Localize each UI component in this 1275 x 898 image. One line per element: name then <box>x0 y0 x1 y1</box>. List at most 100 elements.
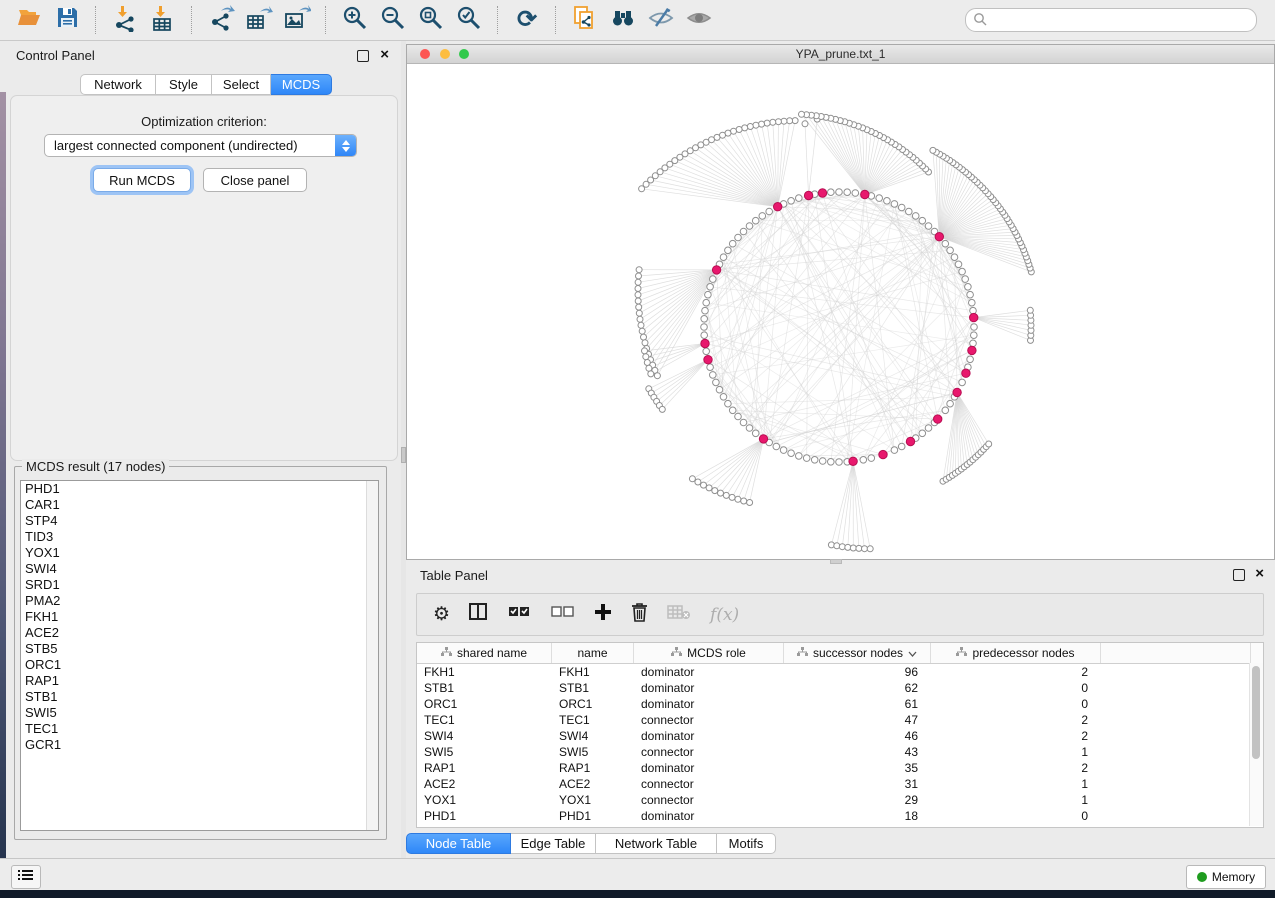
network-node[interactable] <box>746 425 753 432</box>
zoom-fit-button[interactable] <box>416 5 446 35</box>
cell[interactable]: connector <box>634 712 784 728</box>
run-mcds-button[interactable]: Run MCDS <box>93 168 191 192</box>
leaf-node[interactable] <box>867 546 873 552</box>
leaf-node[interactable] <box>787 118 793 124</box>
mcds-dominator-node[interactable] <box>935 233 943 241</box>
cell[interactable]: 1 <box>931 744 1101 760</box>
network-node[interactable] <box>746 223 753 230</box>
cell[interactable]: 1 <box>931 776 1101 792</box>
network-node[interactable] <box>710 276 717 283</box>
table-row[interactable]: TEC1TEC1connector472 <box>417 712 1263 728</box>
leaf-node[interactable] <box>747 124 753 130</box>
tab-mcds[interactable]: MCDS <box>271 74 332 95</box>
mcds-result-item[interactable]: SWI5 <box>21 705 378 721</box>
network-node[interactable] <box>925 223 932 230</box>
cell[interactable]: dominator <box>634 664 784 680</box>
leaf-node[interactable] <box>930 147 936 153</box>
import-network-button[interactable] <box>110 5 140 35</box>
mcds-result-item[interactable]: ORC1 <box>21 657 378 673</box>
network-node[interactable] <box>919 430 926 437</box>
network-node[interactable] <box>959 268 966 275</box>
mcds-dominator-node[interactable] <box>759 435 767 443</box>
network-node[interactable] <box>971 332 978 339</box>
leaf-node[interactable] <box>643 354 649 360</box>
network-node[interactable] <box>720 394 727 401</box>
leaf-node[interactable] <box>723 492 729 498</box>
network-node[interactable] <box>703 348 710 355</box>
table-row[interactable]: SWI5SWI5connector431 <box>417 744 1263 760</box>
mcds-dominator-node[interactable] <box>804 191 812 199</box>
network-node[interactable] <box>796 453 803 460</box>
network-node[interactable] <box>965 284 972 291</box>
cell[interactable]: 0 <box>931 680 1101 696</box>
mcds-dominator-node[interactable] <box>879 450 887 458</box>
leaf-node[interactable] <box>759 121 765 127</box>
cell[interactable]: 2 <box>931 664 1101 680</box>
network-node[interactable] <box>752 430 759 437</box>
network-node[interactable] <box>780 447 787 454</box>
network-node[interactable] <box>891 447 898 454</box>
network-node[interactable] <box>906 208 913 215</box>
search-network-button[interactable] <box>608 5 638 35</box>
network-node[interactable] <box>703 299 710 306</box>
network-node[interactable] <box>967 291 974 298</box>
leaf-node[interactable] <box>648 371 654 377</box>
cell[interactable]: dominator <box>634 728 784 744</box>
network-node[interactable] <box>884 198 891 205</box>
mcds-dominator-node[interactable] <box>934 415 942 423</box>
cell[interactable]: 29 <box>784 792 931 808</box>
cell[interactable]: 35 <box>784 760 931 776</box>
table-row[interactable]: SWI4SWI4dominator462 <box>417 728 1263 744</box>
mcds-result-item[interactable]: STB1 <box>21 689 378 705</box>
network-node[interactable] <box>710 372 717 379</box>
leaf-node[interactable] <box>718 490 724 496</box>
network-node[interactable] <box>729 240 736 247</box>
leaf-node[interactable] <box>639 328 645 334</box>
leaf-node[interactable] <box>635 292 641 298</box>
network-node[interactable] <box>701 332 708 339</box>
tab-motifs[interactable]: Motifs <box>717 833 776 854</box>
network-node[interactable] <box>970 340 977 347</box>
column-header-predecessor-nodes[interactable]: predecessor nodes <box>931 643 1101 663</box>
open-file-button[interactable] <box>14 5 44 35</box>
network-node[interactable] <box>701 324 708 331</box>
mcds-dominator-node[interactable] <box>962 369 970 377</box>
cell[interactable]: connector <box>634 776 784 792</box>
mcds-result-item[interactable]: SWI4 <box>21 561 378 577</box>
network-node[interactable] <box>959 379 966 386</box>
network-node[interactable] <box>876 195 883 202</box>
network-node[interactable] <box>844 189 851 196</box>
network-node[interactable] <box>752 217 759 224</box>
network-node[interactable] <box>947 400 954 407</box>
cell[interactable]: 2 <box>931 712 1101 728</box>
network-node[interactable] <box>942 240 949 247</box>
zoom-in-button[interactable] <box>340 5 370 35</box>
network-node[interactable] <box>729 407 736 414</box>
leaf-node[interactable] <box>635 279 641 285</box>
leaf-node[interactable] <box>639 186 645 192</box>
cell[interactable]: 43 <box>784 744 931 760</box>
close-panel-icon[interactable]: × <box>380 46 389 63</box>
cell[interactable]: dominator <box>634 696 784 712</box>
tab-edge-table[interactable]: Edge Table <box>511 833 596 854</box>
column-header-successor-nodes[interactable]: successor nodes <box>784 643 931 663</box>
network-node[interactable] <box>951 254 958 261</box>
export-table-button[interactable] <box>244 5 274 35</box>
leaf-node[interactable] <box>638 322 644 328</box>
mcds-result-item[interactable]: GCR1 <box>21 737 378 753</box>
leaf-node[interactable] <box>636 267 642 273</box>
tab-style[interactable]: Style <box>156 74 212 95</box>
cell[interactable]: dominator <box>634 760 784 776</box>
table-row[interactable]: PHD1PHD1dominator180 <box>417 808 1263 824</box>
search-input[interactable] <box>965 8 1257 32</box>
network-window-titlebar[interactable]: YPA_prune.txt_1 <box>407 45 1274 64</box>
cell[interactable]: SWI4 <box>417 728 552 744</box>
column-header-shared-name[interactable]: shared name <box>417 643 552 663</box>
network-node[interactable] <box>766 208 773 215</box>
save-session-button[interactable] <box>52 5 82 35</box>
select-all-columns-icon[interactable] <box>508 605 532 624</box>
mcds-result-item[interactable]: STP4 <box>21 513 378 529</box>
network-node[interactable] <box>925 425 932 432</box>
mcds-result-item[interactable]: RAP1 <box>21 673 378 689</box>
cell[interactable]: STB1 <box>417 680 552 696</box>
